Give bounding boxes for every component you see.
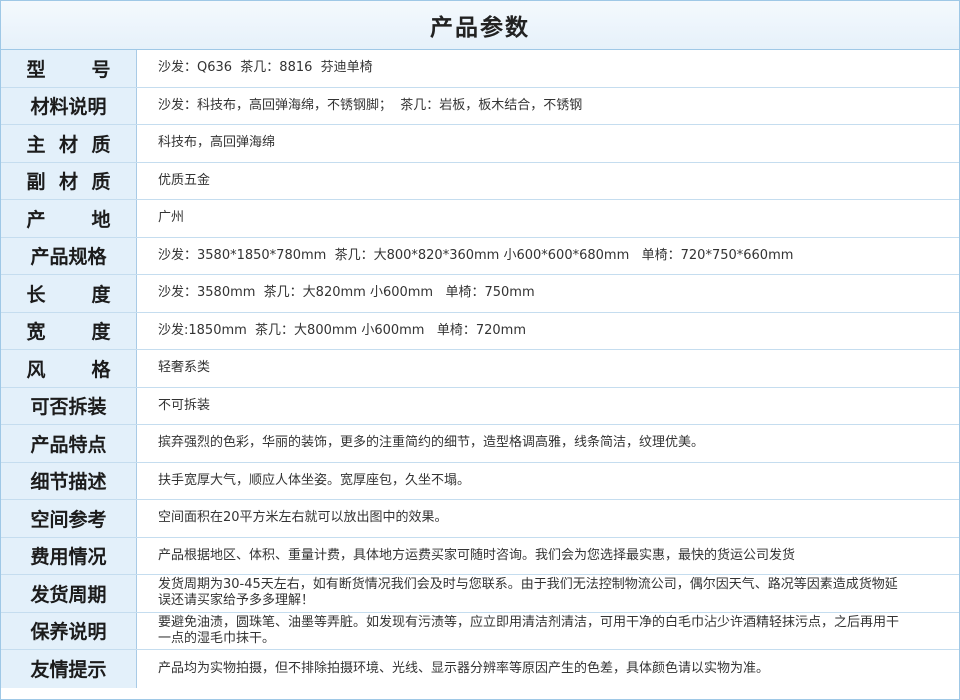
label-glyph: 产 — [26, 208, 46, 231]
table-row: 副材质 优质五金 — [1, 162, 959, 200]
table-row: 空间参考 空间面积在20平方米左右就可以放出图中的效果。 — [1, 500, 959, 538]
label-glyph: 长 — [26, 283, 46, 306]
row-label-text: 产品特点 — [30, 433, 107, 456]
table-row: 发货周期 发货周期为30-45天左右，如有断货情况我们会及时与您联系。由于我们无法… — [1, 575, 959, 613]
label-glyph: 质 — [91, 171, 111, 194]
label-glyph: 地 — [91, 208, 111, 231]
row-label-text: 空间参考 — [30, 508, 107, 531]
row-value: 要避免油渍，圆珠笔、油墨等弄脏。如发现有污渍等，应立即用清洁剂清洁，可用干净的白… — [158, 614, 900, 646]
row-value: 产品根据地区、体积、重量计费，具体地方运费买家可随时咨询。我们会为您选择最实惠，… — [158, 547, 796, 563]
table-row: 产品规格 沙发：3580*1850*780mm 茶几：大800*820*360mm… — [1, 237, 959, 275]
table-title-bar: 产品参数 — [1, 1, 959, 50]
row-value: 发货周期为30-45天左右，如有断货情况我们会及时与您联系。由于我们无法控制物流… — [158, 577, 898, 609]
table-row: 产品特点 摈弃强烈的色彩，华丽的装饰，更多的注重简约的细节，造型格调高雅，线条简洁… — [1, 425, 959, 463]
label-glyph: 材 — [58, 171, 78, 194]
row-value: 产品均为实物拍摄，但不排除拍摄环境、光线、显示器分辨率等原因产生的色差，具体颜色… — [158, 660, 770, 676]
row-label: 风格 — [1, 350, 137, 387]
row-label: 友情提示 — [1, 650, 137, 688]
row-label: 可否拆装 — [1, 387, 137, 424]
row-value: 沙发：科技布，高回弹海绵，不锈钢脚； 茶几：岩板，板木结合，不锈钢 — [158, 97, 583, 113]
row-value: 空间面积在20平方米左右就可以放出图中的效果。 — [158, 510, 448, 526]
row-label: 发货周期 — [1, 575, 137, 612]
row-value: 不可拆装 — [158, 397, 211, 413]
row-label: 产品特点 — [1, 425, 137, 462]
row-value: 摈弃强烈的色彩，华丽的装饰，更多的注重简约的细节，造型格调高雅，线条简洁，纹理优… — [158, 435, 705, 451]
row-label: 材料说明 — [1, 87, 137, 124]
table-row: 产地广州 — [1, 200, 959, 238]
row-label-text: 友情提示 — [30, 659, 107, 682]
table-row: 型号沙发：Q636 茶几：8816 芬迪单椅 — [1, 50, 959, 88]
label-glyph: 型 — [26, 58, 46, 81]
row-label: 长度 — [1, 275, 137, 312]
table-row: 风格轻奢系类 — [1, 350, 959, 388]
row-label: 空间参考 — [1, 500, 137, 537]
row-label-text: 可否拆装 — [30, 396, 107, 419]
row-value: 扶手宽厚大气，顺应人体坐姿。宽厚座包，久坐不塌。 — [158, 472, 471, 488]
table-row: 费用情况 产品根据地区、体积、重量计费，具体地方运费买家可随时咨询。我们会为您选择… — [1, 537, 959, 575]
table-row: 主材质 科技布，高回弹海绵 — [1, 125, 959, 163]
row-value: 沙发:1850mm 茶几：大800mm 小600mm 单椅：720mm — [158, 322, 527, 338]
product-parameters-table: 产品参数 型号沙发：Q636 茶几：8816 芬迪单椅 材料说明 沙发：科技布，高… — [0, 0, 960, 700]
row-value: 优质五金 — [158, 172, 211, 188]
row-label-text: 保养说明 — [30, 621, 107, 644]
table-title: 产品参数 — [430, 15, 530, 41]
label-glyph: 质 — [91, 133, 111, 156]
row-label: 型号 — [1, 50, 137, 87]
row-label: 主材质 — [1, 125, 137, 162]
row-value: 沙发：3580*1850*780mm 茶几：大800*820*360mm 小60… — [158, 247, 794, 263]
table-row: 可否拆装 不可拆装 — [1, 387, 959, 425]
table-row: 保养说明 要避免油渍，圆珠笔、油墨等弄脏。如发现有污渍等，应立即用清洁剂清洁，可用… — [1, 612, 959, 650]
table-row: 宽度沙发:1850mm 茶几：大800mm 小600mm 单椅：720mm — [1, 312, 959, 350]
label-glyph: 主 — [26, 133, 46, 156]
row-label: 副材质 — [1, 162, 137, 199]
table-row: 细节描述 扶手宽厚大气，顺应人体坐姿。宽厚座包，久坐不塌。 — [1, 462, 959, 500]
row-label-text: 副材质 — [27, 167, 111, 194]
row-value: 沙发：Q636 茶几：8816 芬迪单椅 — [158, 60, 373, 76]
label-glyph: 格 — [91, 358, 111, 381]
row-label-text: 材料说明 — [30, 96, 107, 119]
row-label-text: 型号 — [27, 55, 111, 82]
label-glyph: 度 — [91, 283, 111, 306]
row-label: 产地 — [1, 200, 137, 237]
label-glyph: 宽 — [26, 321, 46, 344]
row-label-text: 产品规格 — [30, 246, 107, 269]
label-glyph: 材 — [58, 133, 78, 156]
table-row: 长度沙发：3580mm 茶几：大820mm 小600mm 单椅：750mm — [1, 275, 959, 313]
row-label: 保养说明 — [1, 612, 137, 649]
row-label-text: 主材质 — [27, 130, 111, 157]
row-label-text: 长度 — [27, 280, 111, 307]
row-label-text: 发货周期 — [30, 583, 107, 606]
row-label: 宽度 — [1, 312, 137, 349]
row-label-text: 产地 — [27, 205, 111, 232]
label-glyph: 风 — [26, 358, 46, 381]
row-label: 细节描述 — [1, 462, 137, 499]
row-label: 产品规格 — [1, 237, 137, 274]
label-glyph: 号 — [91, 58, 111, 81]
parameter-rows: 型号沙发：Q636 茶几：8816 芬迪单椅 材料说明 沙发：科技布，高回弹海绵，… — [1, 50, 959, 688]
row-label-text: 风格 — [27, 355, 111, 382]
label-glyph: 副 — [26, 171, 46, 194]
row-label-text: 细节描述 — [30, 471, 107, 494]
label-glyph: 度 — [91, 321, 111, 344]
table-row: 材料说明 沙发：科技布，高回弹海绵，不锈钢脚； 茶几：岩板，板木结合，不锈钢 — [1, 87, 959, 125]
row-label: 费用情况 — [1, 537, 137, 574]
row-value: 轻奢系类 — [158, 360, 211, 376]
row-value: 广州 — [158, 210, 185, 226]
row-label-text: 费用情况 — [30, 546, 107, 569]
row-value: 沙发：3580mm 茶几：大820mm 小600mm 单椅：750mm — [158, 285, 535, 301]
row-label-text: 宽度 — [27, 317, 111, 344]
row-value: 科技布，高回弹海绵 — [158, 135, 276, 151]
table-row: 友情提示 产品均为实物拍摄，但不排除拍摄环境、光线、显示器分辨率等原因产生的色差，… — [1, 650, 959, 688]
